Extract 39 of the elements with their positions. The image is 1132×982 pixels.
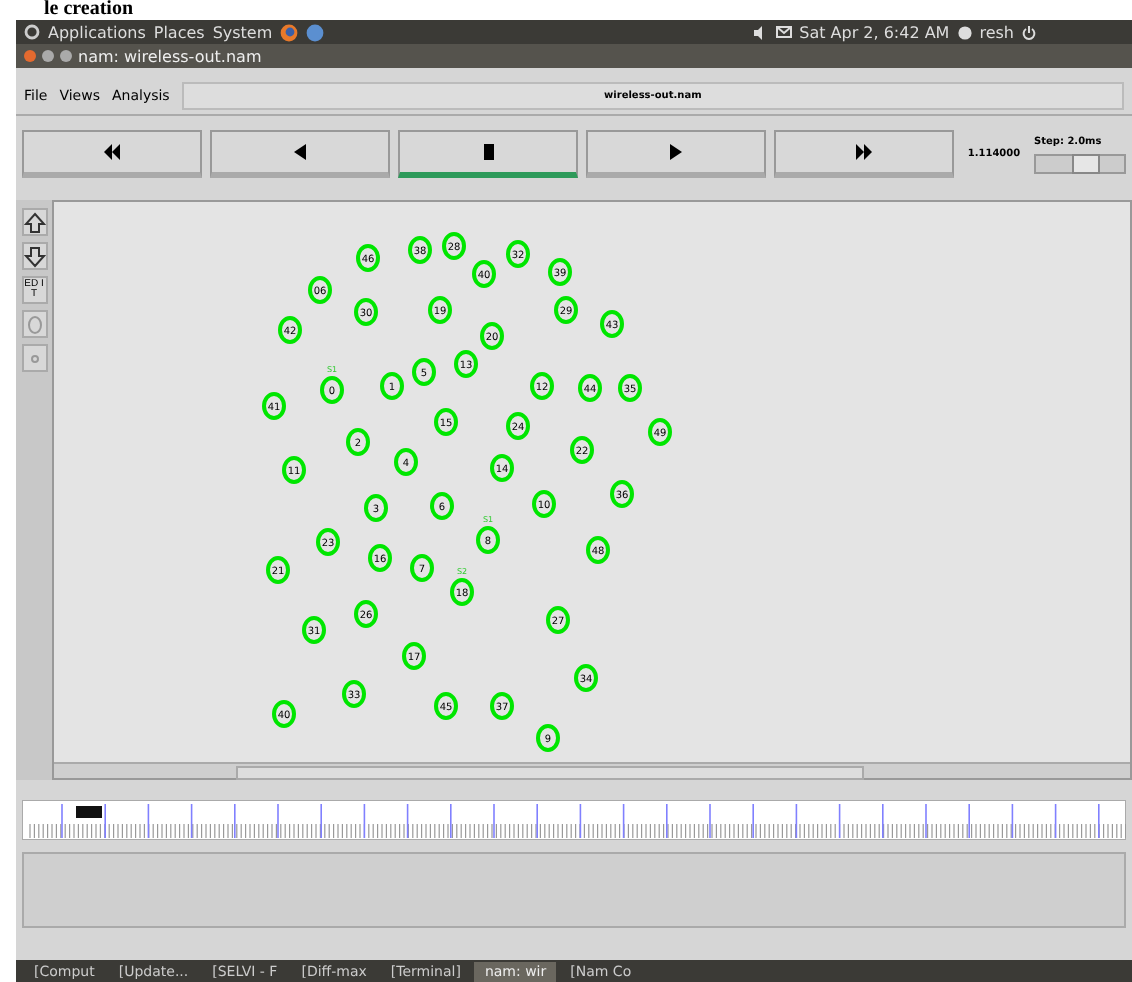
maximize-icon[interactable] bbox=[60, 50, 72, 62]
user-name[interactable]: resh bbox=[979, 23, 1014, 41]
clock-text[interactable]: Sat Apr 2, 6:42 AM bbox=[799, 23, 950, 41]
user-icon[interactable] bbox=[957, 25, 972, 39]
power-icon[interactable] bbox=[1022, 25, 1036, 39]
panel-menu[interactable]: Applications bbox=[48, 23, 146, 41]
up-arrow-icon bbox=[23, 211, 45, 233]
down-arrow-icon bbox=[23, 245, 45, 267]
link-tool-button[interactable] bbox=[21, 344, 47, 372]
ring-icon bbox=[23, 313, 45, 335]
zoom-out-button[interactable] bbox=[21, 242, 47, 270]
browser-icon[interactable] bbox=[280, 23, 299, 41]
zoom-in-button[interactable] bbox=[21, 208, 47, 236]
back-button[interactable] bbox=[210, 130, 390, 178]
rewind-button[interactable] bbox=[22, 130, 202, 178]
mail-icon[interactable] bbox=[775, 26, 792, 38]
node-tool-button[interactable] bbox=[21, 310, 47, 338]
stop-icon bbox=[480, 144, 496, 160]
caption-heading: le creation bbox=[42, 0, 134, 20]
gnome-foot-icon[interactable] bbox=[24, 24, 40, 40]
play-icon bbox=[668, 144, 684, 160]
horizontal-scrollbar[interactable] bbox=[54, 762, 1130, 778]
speaker-icon[interactable] bbox=[753, 25, 768, 39]
play-button[interactable] bbox=[586, 130, 766, 178]
forward-icon bbox=[856, 144, 872, 160]
minimize-icon[interactable] bbox=[42, 50, 54, 62]
back-icon bbox=[292, 144, 308, 160]
help-icon[interactable] bbox=[306, 23, 325, 41]
window-title: nam: wireless-out.nam bbox=[78, 47, 262, 65]
rewind-icon bbox=[104, 144, 120, 160]
scrollbar-thumb[interactable] bbox=[236, 766, 865, 780]
step-slider[interactable] bbox=[1034, 153, 1126, 173]
stop-button[interactable] bbox=[398, 130, 578, 178]
close-icon[interactable] bbox=[24, 50, 36, 62]
panel-menu[interactable]: Places bbox=[153, 23, 205, 41]
slider-thumb[interactable] bbox=[1072, 153, 1101, 173]
timeline-ruler-drawing[interactable] bbox=[22, 800, 1126, 840]
panel-menu[interactable]: System bbox=[212, 23, 273, 41]
forward-button[interactable] bbox=[774, 130, 954, 178]
